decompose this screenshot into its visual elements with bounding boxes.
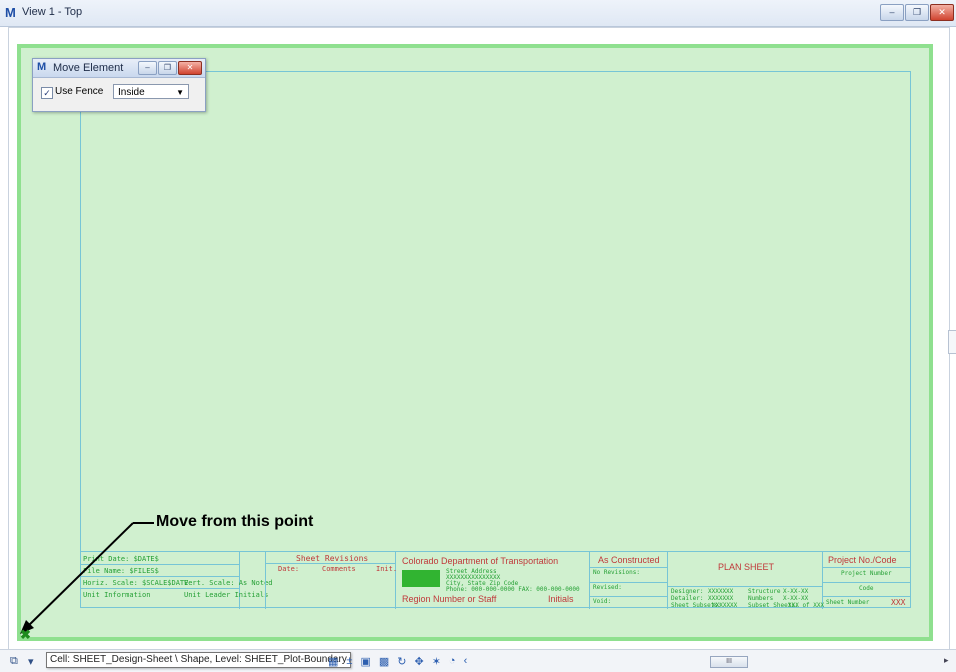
dialog-restore-button[interactable]: ❐ (158, 61, 177, 75)
tb-as-constructed: As Constructed No Revisions: Revised: Vo… (590, 552, 668, 609)
tb-as-constructed-title: As Constructed (598, 555, 660, 565)
tb-void: Void: (593, 598, 612, 605)
tb-revised: Revised: (593, 584, 622, 591)
dialog-titlebar[interactable]: M Move Element – ❐ ✕ (33, 59, 205, 78)
tb-sheet-revisions: Sheet Revisions Date: Comments Init. (266, 552, 398, 609)
use-fence-checkbox[interactable]: ✓ (41, 87, 53, 99)
tb-sheet-number: Sheet Number (826, 599, 870, 606)
title-block[interactable]: Print Date: $DATE$ File Name: $FILES$ Ho… (80, 551, 911, 609)
side-panel-tab[interactable] (948, 330, 956, 354)
cdot-logo-icon (402, 570, 440, 587)
tb-designer: Designer: (671, 588, 704, 595)
tb-horiz-scale: Horiz. Scale: $SCALE$DATE (83, 579, 189, 587)
origin-point-icon: ✖ (20, 627, 31, 642)
scroll-left-icon[interactable]: ‹ (464, 655, 468, 668)
tb-plan-sheet: PLAN SHEET Designer: XXXXXXX Structure X… (668, 552, 825, 609)
tb-plan-sheet-title: PLAN SHEET (718, 562, 775, 572)
fence-mode-select[interactable]: Inside ▼ (113, 84, 189, 99)
tb-designer-val: XXXXXXX (708, 588, 734, 595)
tb-print-date: Print Date: $DATE$ (83, 555, 159, 563)
microstation-logo-icon: M (37, 61, 47, 73)
grid-icon[interactable]: ▩ (379, 655, 389, 668)
restore-button[interactable]: ❐ (905, 4, 929, 21)
tb-file-name: File Name: $FILES$ (83, 567, 159, 575)
window-titlebar: M View 1 - Top – ❐ ✕ (0, 0, 956, 27)
tb-detailer: Detailer: (671, 595, 704, 602)
close-button[interactable]: ✕ (930, 4, 954, 21)
tb-code: Code (859, 585, 874, 592)
walk-icon[interactable]: ✶ (432, 655, 441, 668)
pan-icon[interactable]: ✥ (414, 655, 423, 668)
element-tooltip: Cell: SHEET_Design-Sheet \ Shape, Level:… (46, 652, 351, 668)
tb-structure: Structure (748, 588, 781, 595)
move-element-dialog[interactable]: M Move Element – ❐ ✕ ✓ Use Fence Inside … (32, 58, 206, 112)
tb-file-info: Print Date: $DATE$ File Name: $FILES$ Ho… (80, 552, 273, 609)
tb-cdot-block: Colorado Department of Transportation St… (396, 552, 590, 609)
tb-project-number: Project Number (841, 570, 892, 577)
tb-subset-sheets-val: XXX of XXX (788, 602, 825, 609)
window-area-icon[interactable]: ▣ (360, 655, 370, 668)
dropdown-arrow-icon: ▼ (176, 88, 184, 97)
tb-address-4: Phone: 000-000-0000 FAX: 000-000-0000 (446, 586, 580, 593)
tb-sheet-number-val: XXX (891, 598, 906, 607)
view-menu-icon[interactable]: ⧉ (10, 655, 18, 668)
tb-sheet-revisions-title: Sheet Revisions (296, 554, 369, 563)
tb-rev-comments: Comments (322, 565, 356, 573)
fit-view-icon[interactable]: ▦ (328, 655, 338, 668)
zoom-icon[interactable]: ± (346, 655, 352, 668)
scroll-right-icon[interactable]: ▸ (944, 655, 949, 666)
microstation-logo-icon: M (5, 5, 16, 20)
fence-mode-value: Inside (118, 87, 145, 98)
tb-numbers: Numbers (748, 595, 774, 602)
tb-rev-markers (240, 552, 266, 609)
tb-project: Project No./Code Project Number Code She… (823, 552, 911, 609)
dialog-controls: – ❐ ✕ (138, 61, 202, 75)
annotation-label: Move from this point (156, 513, 314, 530)
window-title: View 1 - Top (22, 6, 83, 18)
dialog-close-button[interactable]: ✕ (178, 61, 202, 75)
tb-initials: Initials (548, 594, 574, 604)
tb-subset-val: XXXXXXX (712, 602, 738, 609)
horizontal-scrollbar[interactable]: III (710, 656, 748, 668)
view-tools: ▦ ± ▣ ▩ ↻ ✥ ✶ ◔ ‹ (328, 655, 467, 668)
window-controls: – ❐ ✕ (880, 4, 954, 21)
dialog-title: Move Element (53, 62, 124, 74)
tb-rev-date: Date: (278, 565, 300, 573)
tb-structure-val: X-XX-XX (783, 588, 809, 595)
tb-region: Region Number or Staff (402, 594, 497, 604)
use-fence-label[interactable]: Use Fence (55, 86, 103, 97)
tb-detailer-val: XXXXXXX (708, 595, 734, 602)
tb-unit-info: Unit Information (83, 591, 151, 599)
rotate-view-icon[interactable]: ↻ (397, 655, 406, 668)
tb-numbers-val: X-XX-XX (783, 595, 809, 602)
view-dropdown-icon[interactable]: ▾ (28, 655, 34, 668)
tb-cdot-name: Colorado Department of Transportation (402, 556, 559, 566)
dialog-minimize-button[interactable]: – (138, 61, 157, 75)
minimize-button[interactable]: – (880, 4, 904, 21)
tb-no-revisions: No Revisions: (593, 569, 640, 576)
tb-rev-init: Init. (376, 565, 398, 573)
tb-project-code: Project No./Code (828, 555, 897, 565)
camera-icon[interactable]: ◔ (449, 655, 456, 668)
dialog-body: ✓ Use Fence Inside ▼ (33, 78, 205, 110)
